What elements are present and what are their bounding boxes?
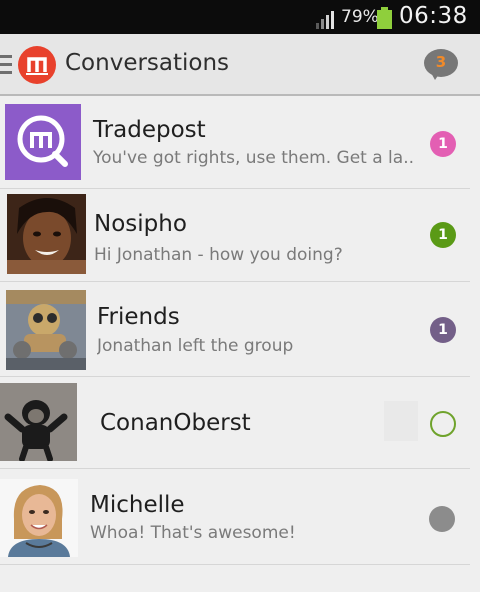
conversation-preview: You've got rights, use them. Get a la.. [93, 148, 414, 168]
menu-icon[interactable] [0, 55, 12, 74]
mxit-logo-icon[interactable] [18, 46, 56, 84]
page-title: Conversations [65, 50, 230, 76]
friends-group-avatar [6, 290, 86, 370]
nosipho-avatar [7, 194, 86, 274]
conversation-item[interactable]: Nosipho Hi Jonathan - how you doing? 1 [0, 189, 480, 282]
battery-percent: 79% [341, 7, 379, 27]
conversation-item[interactable]: Friends Jonathan left the group 1 [0, 282, 480, 377]
battery-icon [377, 7, 392, 29]
unread-badge: 1 [430, 222, 456, 248]
unread-badge: 1 [430, 131, 456, 157]
conversation-item[interactable]: Tradepost You've got rights, use them. G… [0, 97, 480, 189]
conversation-name: Friends [97, 304, 180, 330]
status-indicator-icon [430, 411, 456, 437]
action-bar: Conversations 3 [0, 34, 480, 96]
conanoberst-avatar [0, 383, 77, 461]
conversation-name: ConanOberst [100, 410, 251, 436]
chat-notifications-button[interactable]: 3 [424, 49, 460, 83]
signal-icon [316, 11, 334, 29]
conversation-name: Tradepost [93, 117, 206, 143]
conversation-item[interactable]: ConanOberst [0, 377, 480, 469]
conversation-item[interactable]: Michelle Whoa! That's awesome! [0, 469, 480, 565]
unread-badge: 1 [430, 317, 456, 343]
conversation-preview: Whoa! That's awesome! [90, 523, 296, 543]
status-bar: 79% 06:38 [0, 0, 480, 34]
unread-count: 3 [435, 53, 447, 71]
tradepost-avatar [5, 104, 81, 180]
conversation-name: Nosipho [94, 211, 187, 237]
conversation-preview: Hi Jonathan - how you doing? [94, 245, 343, 265]
status-indicator-icon [429, 506, 455, 532]
tradepost-logo-icon [17, 115, 68, 167]
clock: 06:38 [399, 3, 468, 29]
conversation-preview: Jonathan left the group [97, 336, 294, 356]
conversation-name: Michelle [90, 492, 185, 518]
michelle-avatar [0, 479, 78, 557]
